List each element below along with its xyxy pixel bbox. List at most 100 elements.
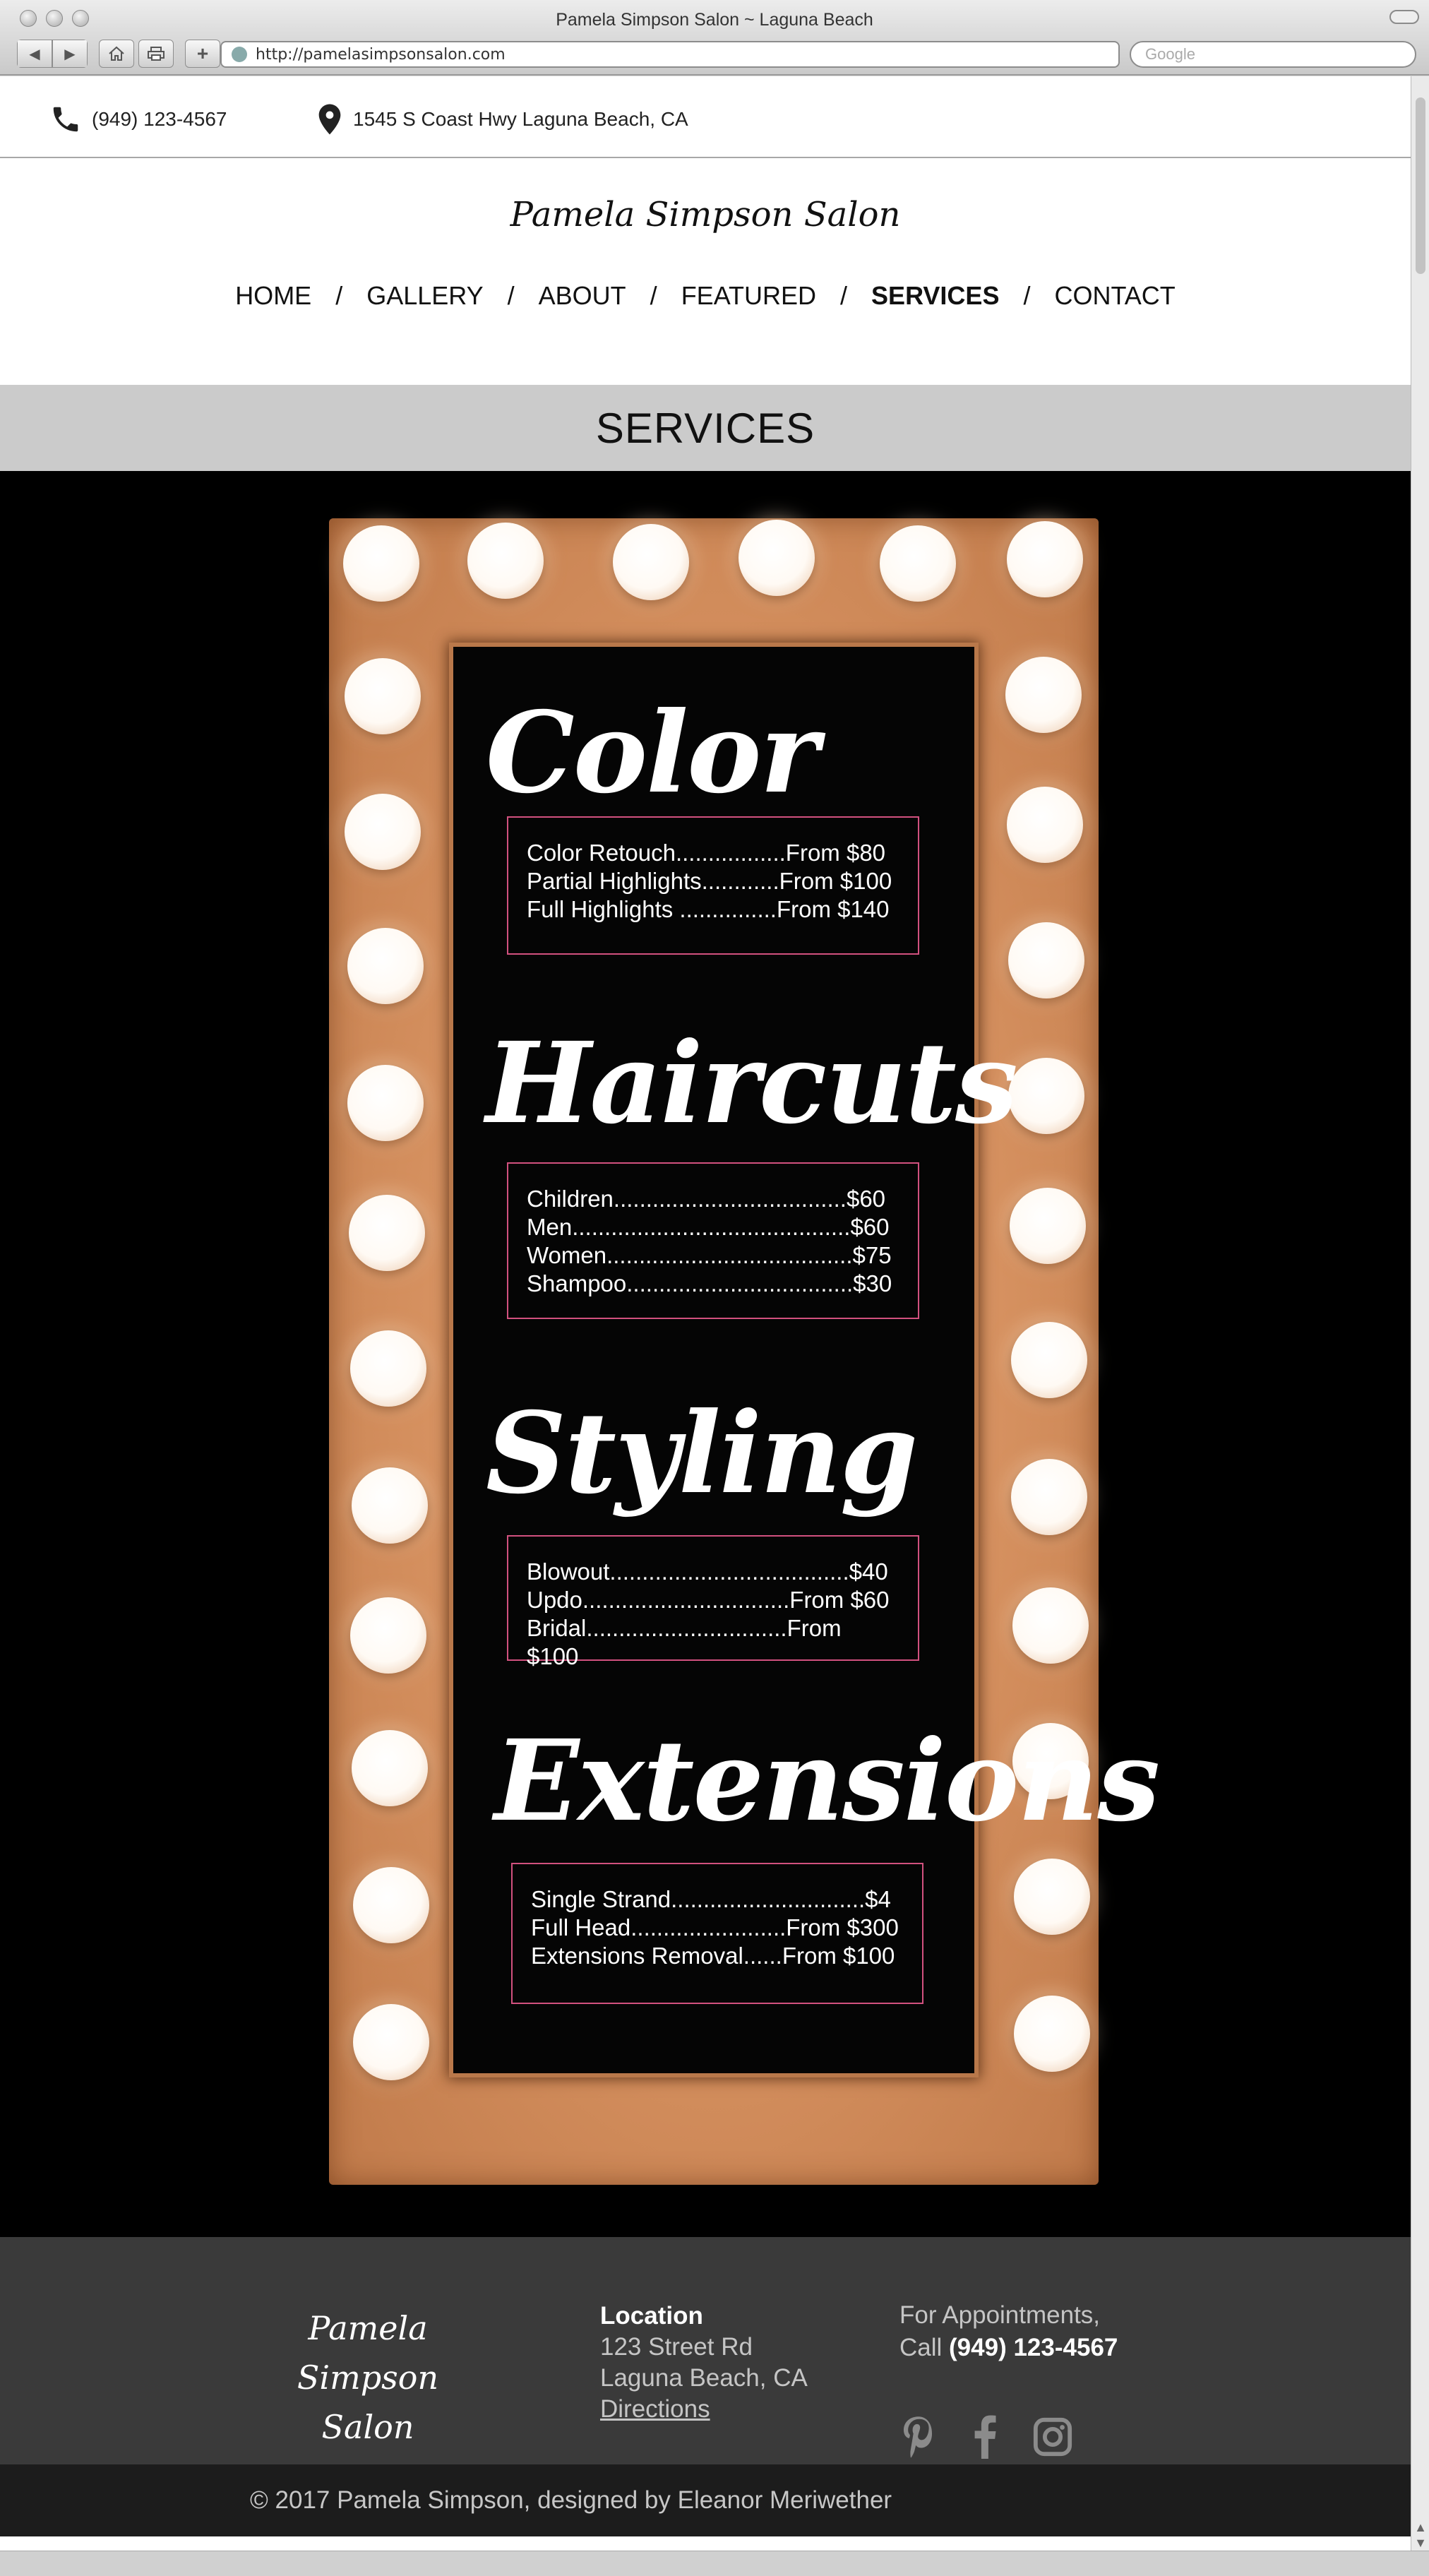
topbar-phone[interactable]: (949) 123-4567: [49, 103, 227, 136]
scroll-down-icon[interactable]: ▼: [1414, 2535, 1427, 2551]
nav-gallery[interactable]: GALLERY: [366, 281, 483, 310]
footer-appointments: For Appointments, Call (949) 123-4567: [899, 2299, 1118, 2364]
home-icon: [109, 46, 124, 61]
mirror-glass-menu: Color Color Retouch.................From…: [453, 647, 1160, 2073]
forward-arrow-icon: ▶: [64, 46, 76, 62]
site-footer: Pamela Simpson Salon Location 123 Street…: [0, 2237, 1411, 2464]
print-button[interactable]: [138, 40, 174, 68]
price-line: Children................................…: [527, 1186, 886, 1212]
nav-contact[interactable]: CONTACT: [1054, 281, 1175, 310]
price-line: Men.....................................…: [527, 1214, 890, 1240]
page-title: SERVICES: [0, 385, 1411, 471]
site-logo[interactable]: Pamela Simpson Salon: [0, 195, 1411, 234]
footer-logo-line: Pamela Simpson: [297, 2309, 439, 2397]
mirror-bulb: [1011, 1322, 1087, 1398]
nav-services[interactable]: SERVICES: [871, 281, 999, 310]
window-title: Pamela Simpson Salon ~ Laguna Beach: [556, 10, 873, 30]
scrollbar-thumb[interactable]: [1416, 97, 1425, 274]
plus-icon: +: [196, 42, 209, 64]
instagram-icon[interactable]: [1032, 2416, 1073, 2457]
mirror-bulb: [1011, 1459, 1087, 1535]
topbar-phone-text: (949) 123-4567: [92, 108, 227, 130]
mirror-bulb: [1005, 657, 1082, 733]
mirror-bulb: [352, 1467, 428, 1544]
vertical-scrollbar[interactable]: ▲ ▼: [1411, 76, 1429, 2551]
directions-link[interactable]: Directions: [600, 2394, 808, 2425]
price-line: Bridal...............................Fro…: [527, 1615, 842, 1669]
mirror-bulb: [350, 1597, 426, 1674]
price-line: Extensions Removal......From $100: [531, 1943, 895, 1969]
service-title-haircuts: Haircuts: [486, 1018, 1018, 1149]
footer-location: Location 123 Street Rd Laguna Beach, CA …: [600, 2301, 808, 2425]
location-heading: Location: [600, 2302, 703, 2330]
nav-home[interactable]: HOME: [235, 281, 311, 310]
mirror-bulb: [352, 1730, 428, 1806]
service-title-color: Color: [486, 688, 819, 818]
copyright-bar: © 2017 Pamela Simpson, designed by Elean…: [0, 2464, 1411, 2536]
address-bar[interactable]: http://pamelasimpsonsalon.com: [220, 41, 1120, 68]
scroll-up-icon[interactable]: ▲: [1414, 2520, 1427, 2535]
social-links: [899, 2415, 1073, 2459]
price-line: Partial Highlights............From $100: [527, 868, 892, 894]
mirror-bulb: [347, 928, 424, 1004]
mirror-bulb: [467, 523, 544, 599]
nav-about[interactable]: ABOUT: [539, 281, 626, 310]
copyright-text: © 2017 Pamela Simpson, designed by Elean…: [250, 2486, 892, 2514]
service-title-styling: Styling: [486, 1388, 918, 1519]
price-line: Women...................................…: [527, 1242, 892, 1268]
mirror-bulb: [343, 525, 419, 602]
browser-toolbar: ◀ ▶ +: [17, 40, 220, 68]
appointments-phone[interactable]: (949) 123-4567: [949, 2334, 1118, 2361]
price-list-extensions: Single Strand...........................…: [511, 1863, 923, 2004]
mirror-bulb: [1014, 1859, 1090, 1935]
phone-icon: [53, 107, 78, 132]
printer-icon: [148, 47, 165, 61]
service-title-extensions: Extensions: [494, 1716, 1160, 1847]
mirror-bulb: [1012, 1587, 1089, 1664]
map-pin-icon: [318, 104, 341, 135]
mirror-bulb: [345, 658, 421, 734]
mirror-bulb: [345, 794, 421, 870]
price-line: Updo................................From…: [527, 1587, 890, 1613]
facebook-icon[interactable]: [973, 2415, 997, 2459]
price-line: Single Strand...........................…: [531, 1886, 891, 1912]
price-line: Full Head........................From $3…: [531, 1914, 899, 1940]
mirror-bulb: [613, 524, 689, 600]
add-bookmark-button[interactable]: +: [185, 40, 220, 68]
toolbar-toggle-button[interactable]: [1389, 10, 1419, 24]
mirror-bulb: [353, 2004, 429, 2080]
nav-separator: /: [507, 281, 515, 310]
mirror-bulb: [350, 1330, 426, 1407]
mirror-bulb: [353, 1867, 429, 1943]
search-input[interactable]: Google: [1130, 41, 1416, 68]
nav-separator: /: [840, 281, 848, 310]
mirror-bulb: [880, 525, 956, 602]
mirror-bulb: [347, 1065, 424, 1141]
pinterest-icon[interactable]: [899, 2415, 938, 2459]
site-globe-icon: [232, 47, 247, 62]
scroll-arrows[interactable]: ▲ ▼: [1414, 2520, 1427, 2551]
browser-chrome: Pamela Simpson Salon ~ Laguna Beach ◀ ▶ …: [0, 0, 1429, 76]
mirror-bulb: [1007, 787, 1083, 863]
window-status-bar: [0, 2551, 1429, 2576]
mirror-bulb: [1008, 1058, 1084, 1134]
forward-button[interactable]: ▶: [52, 40, 88, 68]
location-street: 123 Street Rd: [600, 2333, 753, 2361]
nav-separator: /: [1023, 281, 1031, 310]
mirror-bulb: [739, 520, 815, 596]
back-button[interactable]: ◀: [17, 40, 52, 68]
footer-logo[interactable]: Pamela Simpson Salon: [244, 2303, 491, 2452]
appointments-label: For Appointments,: [899, 2301, 1101, 2329]
price-line: Color Retouch.................From $80: [527, 840, 886, 866]
topbar-address[interactable]: 1545 S Coast Hwy Laguna Beach, CA: [316, 103, 688, 136]
price-line: Shampoo.................................…: [527, 1270, 892, 1296]
mirror-bulb: [1007, 521, 1083, 597]
back-arrow-icon: ◀: [29, 46, 40, 62]
mirror-bulb: [1014, 1996, 1090, 2072]
home-button[interactable]: [99, 40, 134, 68]
nav-featured[interactable]: FEATURED: [681, 281, 816, 310]
appointments-call-label: Call: [899, 2334, 943, 2361]
nav-separator: /: [335, 281, 343, 310]
search-placeholder: Google: [1145, 45, 1195, 63]
mirror-bulb: [1008, 922, 1084, 998]
